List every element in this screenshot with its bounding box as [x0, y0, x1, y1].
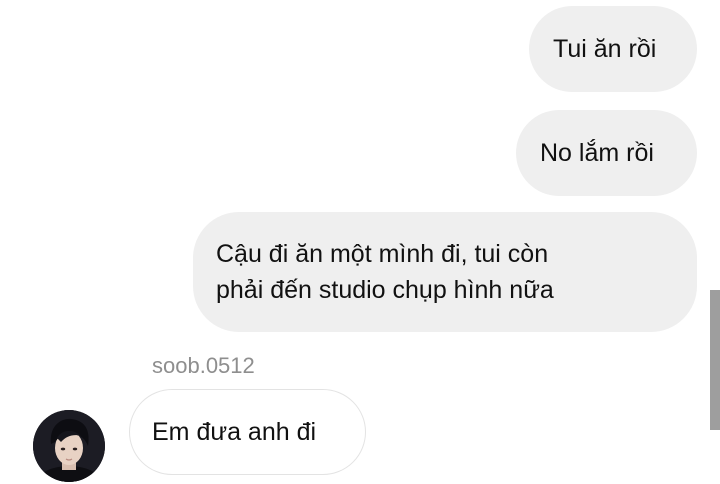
message-text-line: phải đến studio chụp hình nữa: [216, 276, 554, 304]
message-text: Em đưa anh đi: [152, 418, 317, 446]
message-text-line: Cậu đi ăn một mình đi, tui còn: [216, 240, 549, 268]
scrollbar[interactable]: [710, 290, 720, 430]
message-text: Tui ăn rồi: [553, 35, 657, 63]
message-bubble-sent[interactable]: Tui ăn rồi: [529, 6, 697, 92]
message-bubble-sent[interactable]: No lắm rồi: [516, 110, 697, 196]
profile-photo-icon: [33, 410, 105, 482]
avatar[interactable]: [33, 410, 105, 482]
message-bubble-received[interactable]: Em đưa anh đi: [129, 389, 366, 475]
message-bubble-sent[interactable]: Cậu đi ăn một mình đi, tui còn phải đến …: [193, 212, 697, 332]
message-text: No lắm rồi: [540, 139, 654, 167]
sender-username[interactable]: soob.0512: [152, 352, 255, 380]
